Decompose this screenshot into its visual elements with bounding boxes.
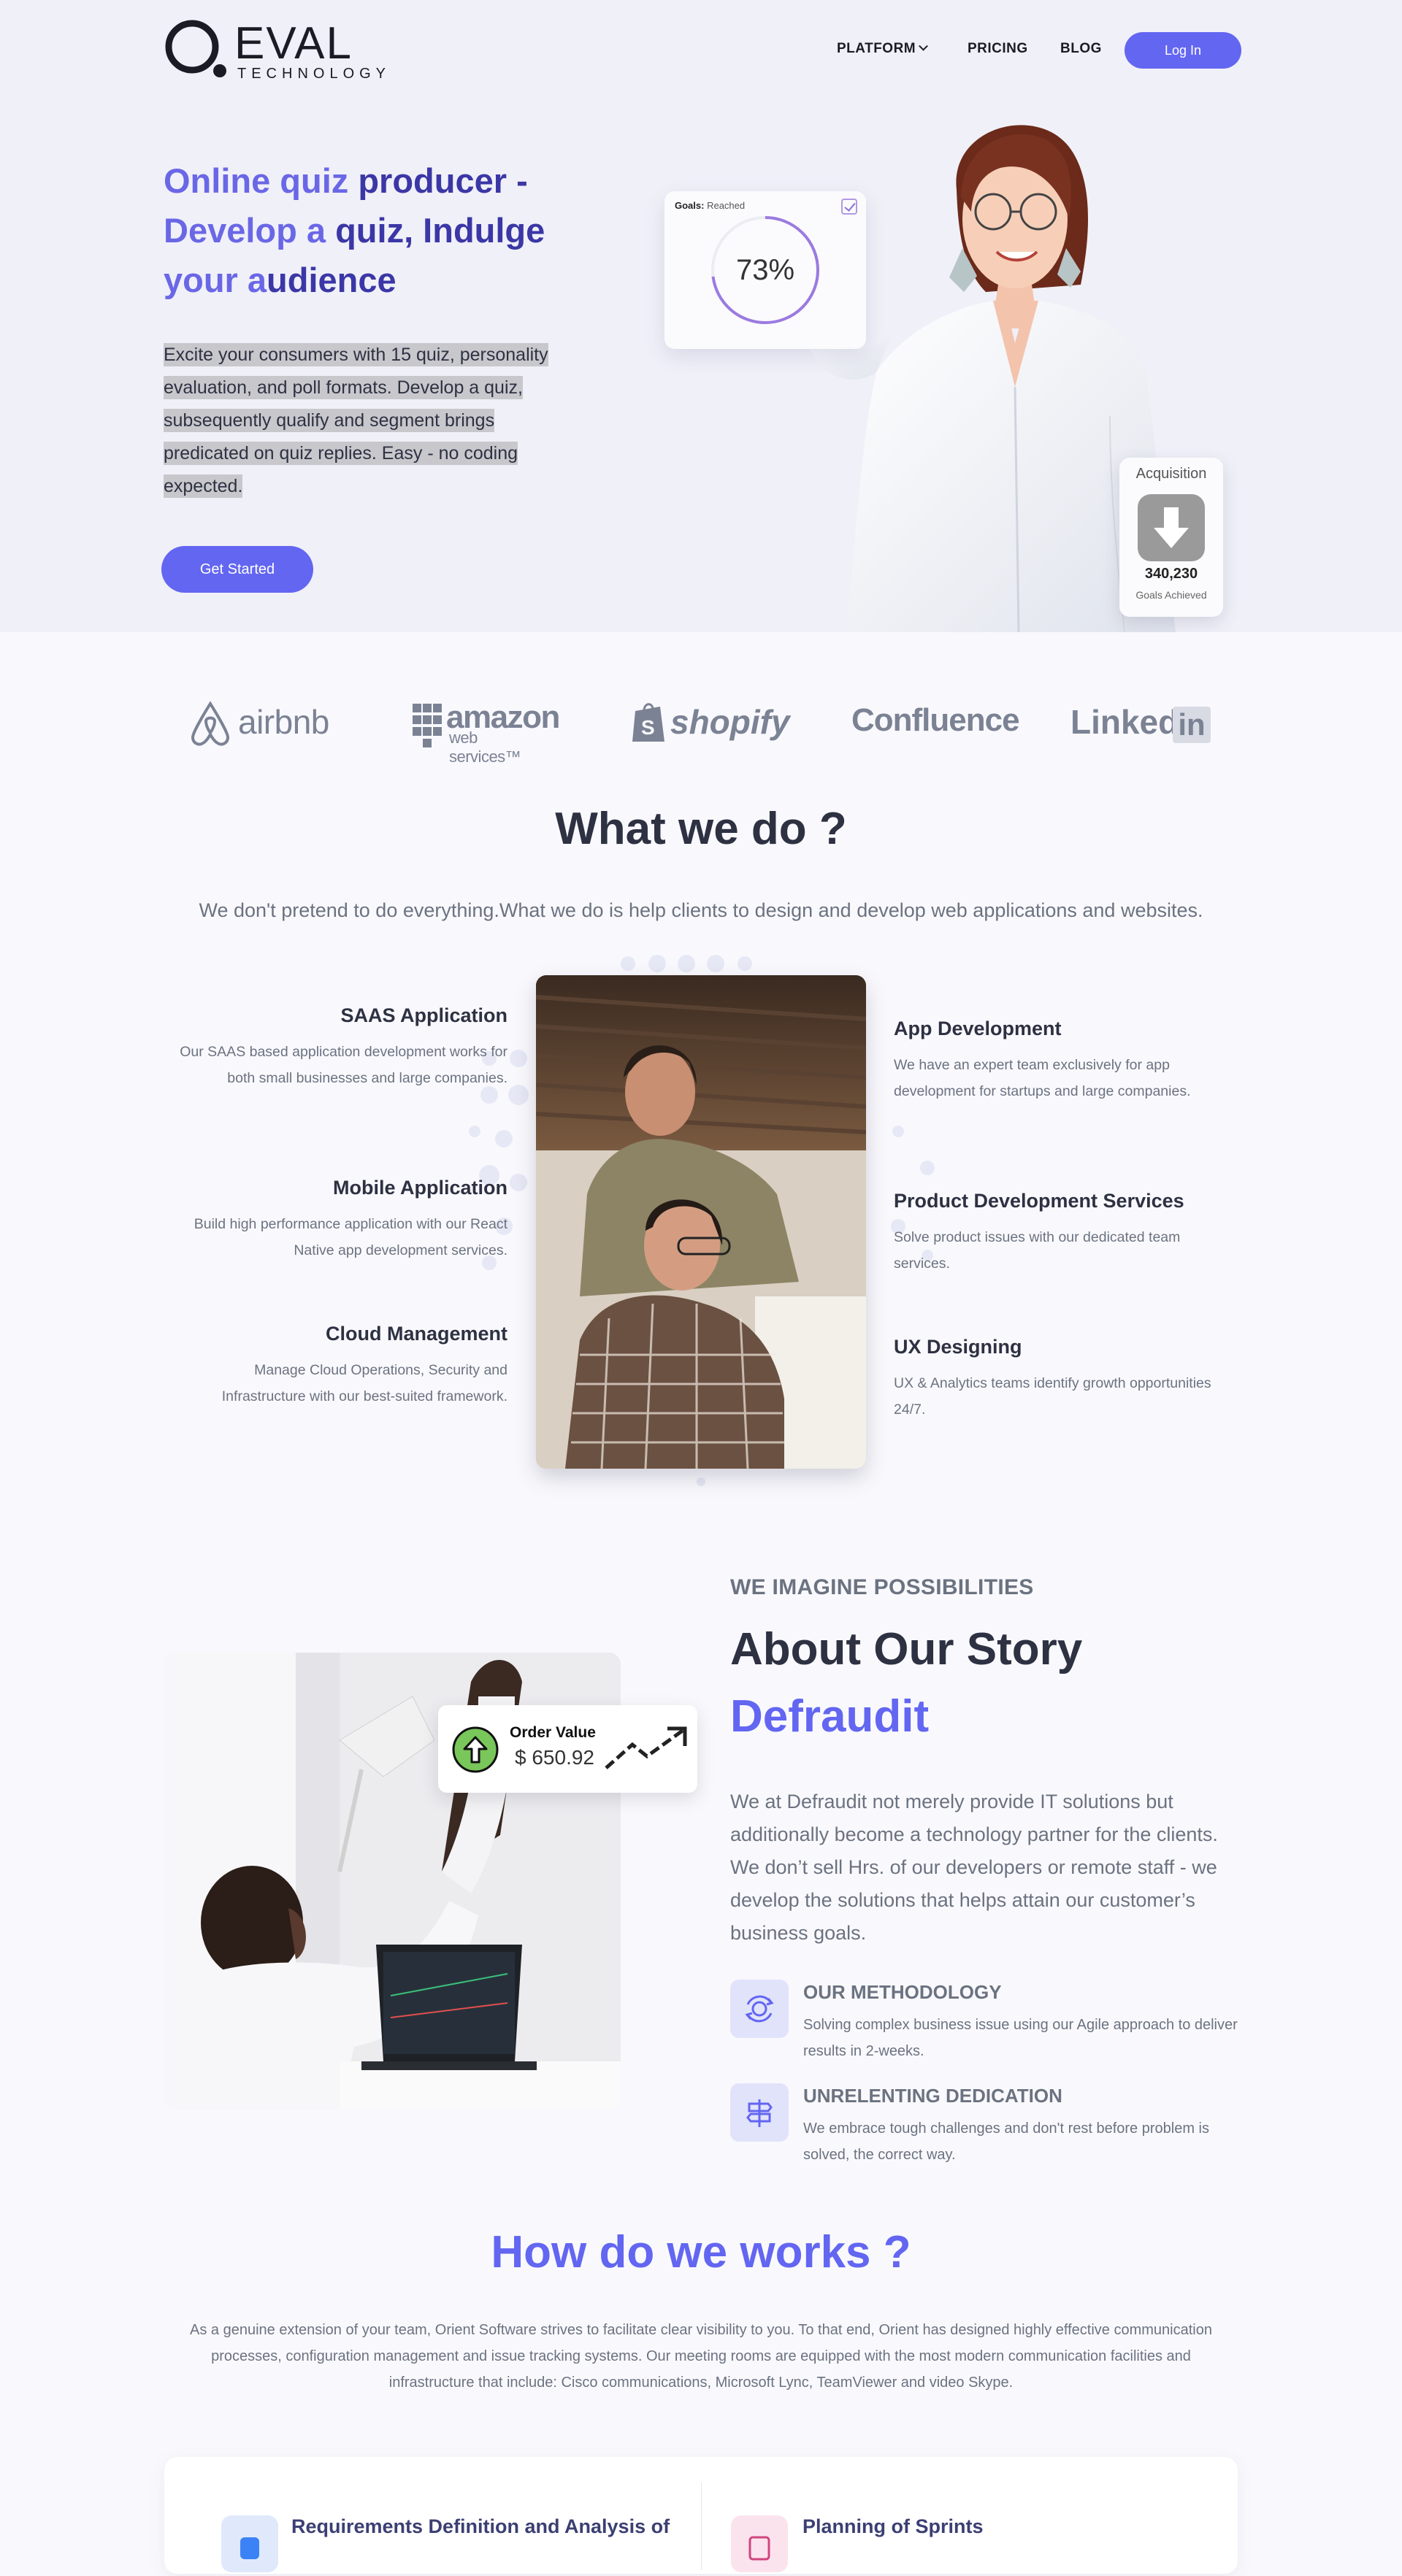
logo[interactable]: EVAL TECHNOLOGY [164,18,398,83]
nav-platform-label: PLATFORM [837,41,916,56]
confluence-wordmark: Confluence [851,702,1020,738]
service-mobile-text: Build high performance application with … [194,1216,507,1258]
linkedin-wordmark: Linked [1070,703,1179,741]
download-arrow-icon [1138,494,1205,561]
logo-wordmark: EVAL [234,18,353,69]
sprint-planning-icon [731,2515,788,2572]
service-product-dev-text: Solve product issues with our dedicated … [894,1229,1181,1272]
service-cloud-text: Manage Cloud Operations, Security and In… [221,1362,507,1404]
shopify-wordmark: shopify [670,703,790,741]
hero-title-part: Online quiz [164,161,359,200]
order-value-amount: $ 650.92 [515,1746,594,1769]
aws-subtext: web services™ [449,728,521,766]
get-started-button[interactable]: Get Started [161,546,313,593]
feature-dedication-title: UNRELENTING DEDICATION [803,2085,1062,2107]
acquisition-subtitle: Goals Achieved [1135,589,1207,601]
hero-title-part: your a [164,261,267,299]
feature-methodology-text: Solving complex business issue using our… [803,2017,1238,2059]
hero-title: Online quiz producer - Develop a quiz, I… [164,156,602,305]
brand-airbnb-logo: airbnb [188,701,329,752]
service-mobile: Mobile Application Build high performanc… [172,1177,507,1264]
service-app-dev-text: We have an expert team exclusively for a… [894,1057,1191,1099]
step-sprint-planning-title: Planning of Sprints [802,2515,984,2537]
service-product-dev-title: Product Development Services [894,1190,1184,1212]
shopify-bag-icon: S [632,703,664,742]
logo-mark-icon [165,20,226,77]
brand-shopify-logo: S shopify [631,701,790,752]
service-cloud-title: Cloud Management [325,1323,507,1345]
service-ux-text: UX & Analytics teams identify growth opp… [894,1375,1211,1418]
what-we-do-title: What we do ? [555,804,847,854]
airbnb-icon [191,701,230,746]
about-title: About Our Story [730,1624,1083,1675]
order-value-card: Order Value $ 650.92 [438,1705,697,1793]
team-working-photo [536,975,866,1469]
about-text: We at Defraudit not merely provide IT so… [730,1791,1218,1944]
login-button[interactable]: Log In [1125,32,1241,69]
hero-title-part: udience [267,261,397,299]
nav-platform[interactable]: PLATFORM [837,41,929,57]
goals-value: 73% [735,254,795,286]
methodology-icon [730,1980,789,2038]
feature-dedication-text: We embrace tough challenges and don't re… [803,2121,1209,2163]
requirements-icon [221,2515,278,2572]
acquisition-value: 340,230 [1144,566,1198,582]
how-we-work-steps-card: Requirements Definition and Analysis of … [164,2457,1238,2574]
airbnb-wordmark: airbnb [238,703,329,741]
service-product-dev: Product Development Services Solve produ… [894,1190,1230,1277]
arrow-up-circle-icon [452,1726,499,1773]
hero-title-part: quiz, Indulge [335,211,545,250]
goals-label: Goals: Reached [675,200,745,211]
hero-section: EVAL TECHNOLOGY PLATFORM PRICING BLOG Lo… [0,0,1402,632]
about-eyebrow: WE IMAGINE POSSIBILITIES [730,1575,1034,1599]
signpost-icon [730,2083,789,2142]
service-saas: SAAS Application Our SAAS based applicat… [172,1004,507,1091]
logo-tagline: TECHNOLOGY [237,66,391,82]
service-saas-text: Our SAAS based application development w… [180,1044,507,1086]
brand-aws-logo: amazon web services™ [411,699,560,766]
service-mobile-title: Mobile Application [333,1177,507,1199]
goals-card: Goals: Reached 73% [664,191,866,349]
top-nav: EVAL TECHNOLOGY PLATFORM PRICING BLOG Lo… [0,0,1402,102]
service-saas-title: SAAS Application [340,1004,507,1026]
service-ux: UX Designing UX & Analytics teams identi… [894,1336,1230,1423]
service-cloud: Cloud Management Manage Cloud Operations… [172,1323,507,1410]
nav-blog[interactable]: BLOG [1060,41,1102,57]
hero-description-text: Excite your consumers with 15 quiz, pers… [164,343,548,498]
acquisition-title: Acquisition [1135,466,1207,482]
hero-title-part: producer - [358,161,528,200]
checkbox-icon [841,199,857,215]
step-requirements-title: Requirements Definition and Analysis of [291,2515,670,2537]
nav-pricing[interactable]: PRICING [968,41,1028,57]
order-value-label: Order Value [510,1724,596,1741]
service-ux-title: UX Designing [894,1336,1022,1358]
acquisition-card: Acquisition 340,230 Goals Achieved [1119,458,1223,617]
chevron-down-icon [919,41,929,51]
about-company-name: Defraudit [730,1691,930,1742]
how-we-work-title: How do we works ? [491,2227,911,2277]
service-app-dev-title: App Development [894,1018,1062,1039]
how-we-work-description: As a genuine extension of your team, Ori… [190,2322,1212,2391]
steps-divider [701,2483,702,2570]
trend-up-icon [605,1726,687,1769]
svg-text:S: S [641,716,655,739]
goals-label-text: Reached [704,200,746,211]
aws-cubes-icon [413,704,442,747]
linkedin-in-badge: in [1173,707,1211,743]
hero-description: Excite your consumers with 15 quiz, pers… [164,339,572,503]
feature-methodology-title: OUR METHODOLOGY [803,1981,1002,2003]
what-we-do-description: We don't pretend to do everything.What w… [199,899,1203,921]
service-app-dev: App Development We have an expert team e… [894,1018,1230,1104]
hero-title-part: Develop a [164,211,336,250]
goals-label-bold: Goals: [675,200,705,211]
